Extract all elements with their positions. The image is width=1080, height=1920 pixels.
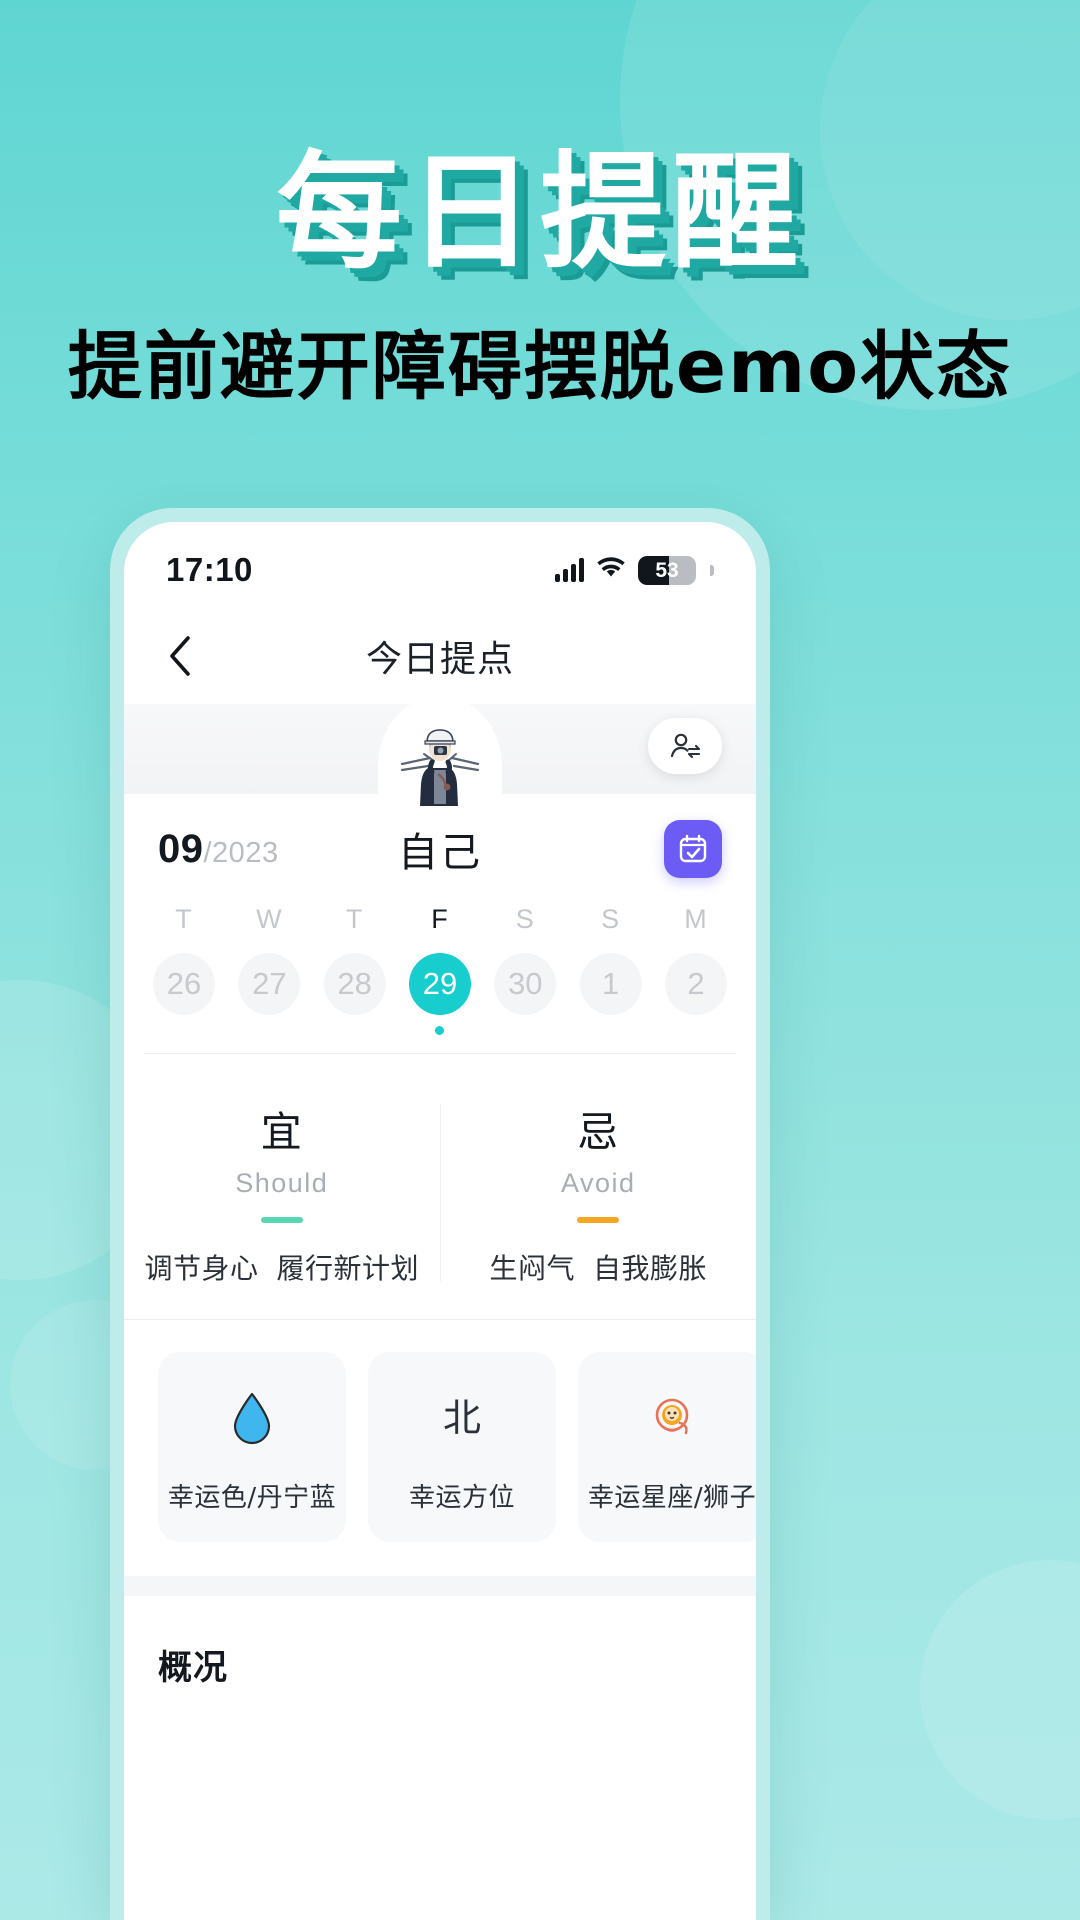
should-accent-bar <box>260 1217 303 1223</box>
lucky-card-label: 幸运色/丹宁蓝 <box>167 1482 337 1513</box>
day-number: 26 <box>153 953 215 1015</box>
lucky-card-zodiac[interactable]: 幸运星座/狮子 <box>578 1352 756 1542</box>
poster-headline-wrap: 每日提醒 <box>0 150 1080 276</box>
day-of-week-label: S <box>515 904 535 934</box>
poster-subtitle-yellow: 提前避开障碍 <box>67 324 524 410</box>
battery-cap-icon <box>710 564 714 576</box>
decorative-blob-right <box>920 1560 1080 1820</box>
avoid-items: 生闷气 自我膨胀 <box>489 1247 707 1287</box>
profile-band <box>124 696 756 806</box>
nav-bar: 今日提点 <box>124 608 756 704</box>
should-title-cn: 宜 <box>260 1108 303 1156</box>
should-title-en: Should <box>235 1168 329 1198</box>
avoid-title-cn: 忌 <box>577 1108 620 1156</box>
status-bar-time: 17:10 <box>166 551 253 588</box>
day-number: 1 <box>579 953 642 1015</box>
month-year-label: 09/2023 <box>158 827 279 872</box>
calendar-check-icon[interactable] <box>664 820 722 878</box>
day-cell-6[interactable]: M 2 <box>656 904 736 1035</box>
phone-mockup-frame: 17:10 53 今日提点 09/2023 自己 T 26 W 27 T 28 … <box>110 508 770 1920</box>
should-item-0: 调节身心 <box>144 1252 259 1285</box>
poster-subtitle-wrap: 提前避开障碍摆脱emo状态 <box>0 330 1080 404</box>
day-number: 30 <box>494 953 557 1015</box>
avoid-accent-bar <box>577 1217 620 1223</box>
day-cell-0[interactable]: T 26 <box>144 904 224 1035</box>
day-of-week-label: T <box>175 904 193 934</box>
lucky-card-label: 幸运方位 <box>408 1482 515 1513</box>
day-cell-5[interactable]: S 1 <box>571 904 651 1035</box>
day-number: 27 <box>238 953 301 1015</box>
page-title: 今日提点 <box>365 639 514 680</box>
day-of-week-label: M <box>684 904 708 934</box>
lucky-cards-row[interactable]: 幸运色/丹宁蓝 北 幸运方位 幸运星座/狮子 <box>158 1352 756 1542</box>
day-cell-1[interactable]: W 27 <box>229 904 309 1035</box>
direction-north-text: 北 <box>442 1395 481 1440</box>
should-avoid-section: 宜 Should 调节身心 履行新计划 忌 Avoid 生闷气 自我膨胀 <box>124 1068 756 1319</box>
lucky-cards-section: 幸运色/丹宁蓝 北 幸运方位 幸运星座/狮子 <box>124 1319 756 1576</box>
day-event-dot <box>435 1026 445 1035</box>
day-of-week-label: T <box>345 904 364 934</box>
overview-title: 概况 <box>158 1648 228 1688</box>
week-row: T 26 W 27 T 28 F 29 S 30 S 1 M 2 <box>144 904 736 1035</box>
battery-icon: 53 <box>638 555 696 585</box>
day-cell-3-selected[interactable]: F 29 <box>400 904 480 1035</box>
section-gap-band <box>124 1576 756 1596</box>
avoid-title-en: Avoid <box>560 1168 636 1198</box>
day-of-week-label: F <box>431 904 449 934</box>
day-cell-2[interactable]: T 28 <box>315 904 395 1035</box>
day-number: 2 <box>664 953 727 1015</box>
water-drop-icon <box>230 1381 274 1455</box>
week-calendar-strip: T 26 W 27 T 28 F 29 S 30 S 1 M 2 <box>124 886 756 1068</box>
week-divider <box>144 1053 736 1054</box>
poster-canvas: 每日提醒 提前避开障碍摆脱emo状态 17:10 53 今日提点 09/2023… <box>0 0 1080 1920</box>
signal-bars-icon <box>555 558 584 582</box>
lucky-card-color[interactable]: 幸运色/丹宁蓝 <box>158 1352 346 1542</box>
lucky-card-label: 幸运星座/狮子 <box>587 1482 756 1513</box>
should-items: 调节身心 履行新计划 <box>144 1247 419 1287</box>
poster-subtitle-white: 摆脱emo状态 <box>523 324 1013 410</box>
day-number: 29 <box>408 953 471 1015</box>
month-value: 09 <box>158 826 204 871</box>
should-column: 宜 Should 调节身心 履行新计划 <box>124 1098 440 1287</box>
phone-screen: 17:10 53 今日提点 09/2023 自己 T 26 W 27 T 28 … <box>124 522 756 1920</box>
avoid-item-1: 自我膨胀 <box>593 1252 708 1285</box>
poster-headline: 每日提醒 <box>276 139 804 286</box>
year-value: /2023 <box>203 836 279 869</box>
day-of-week-label: W <box>256 904 283 934</box>
day-number: 28 <box>323 953 386 1015</box>
lucky-card-direction[interactable]: 北 幸运方位 <box>368 1352 556 1542</box>
overview-section: 概况 <box>124 1596 756 1689</box>
should-item-1: 履行新计划 <box>276 1252 420 1285</box>
day-of-week-label: S <box>601 904 621 934</box>
day-cell-4[interactable]: S 30 <box>485 904 565 1035</box>
status-bar: 17:10 53 <box>124 522 756 608</box>
lion-zodiac-icon <box>647 1381 697 1455</box>
person-switch-icon[interactable] <box>648 718 722 774</box>
avatar-illustration[interactable] <box>394 718 486 810</box>
wifi-icon <box>596 556 626 585</box>
avoid-column: 忌 Avoid 生闷气 自我膨胀 <box>441 1098 757 1287</box>
battery-level-text: 53 <box>655 558 679 582</box>
avoid-item-0: 生闷气 <box>489 1252 575 1285</box>
status-bar-icons: 53 <box>555 555 714 585</box>
